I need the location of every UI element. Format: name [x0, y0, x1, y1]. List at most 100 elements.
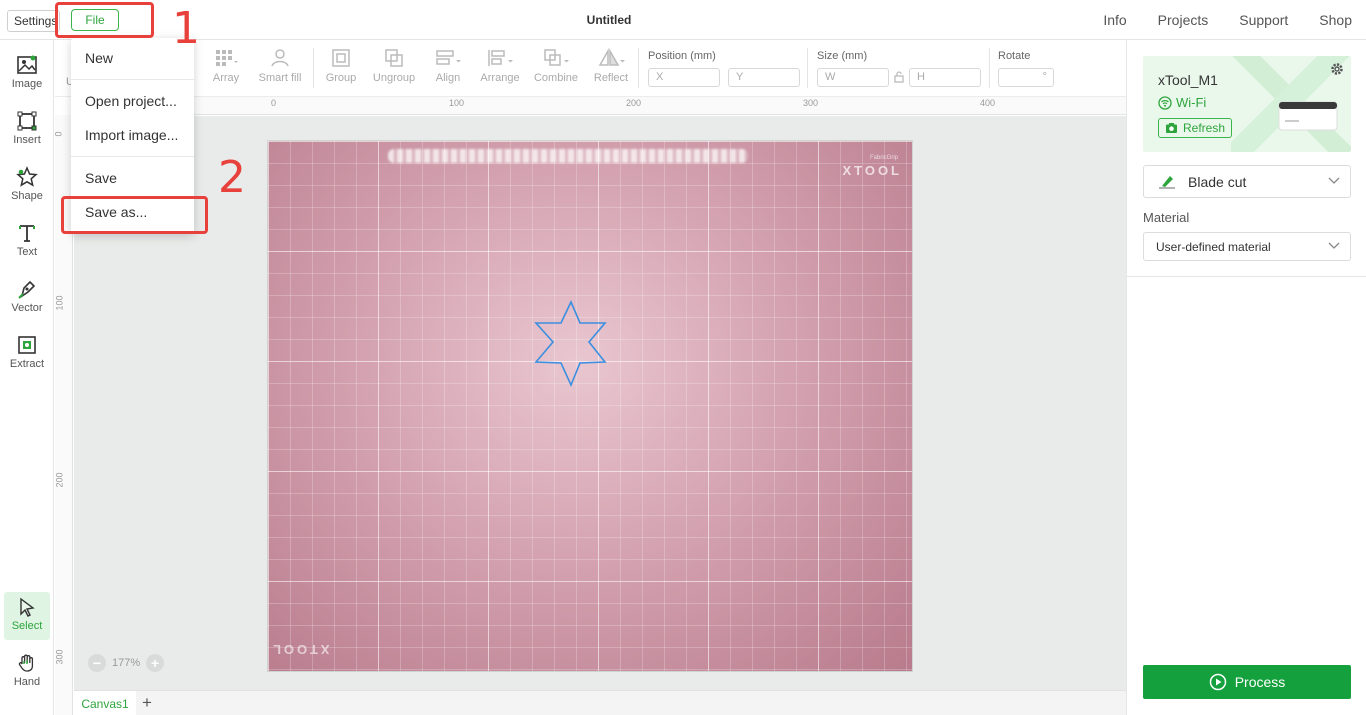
- hand-icon: [18, 654, 34, 672]
- tool-extract[interactable]: Extract: [4, 330, 50, 378]
- tool-image-label: Image: [11, 78, 43, 90]
- menu-item-save[interactable]: Save: [85, 170, 117, 186]
- annotation-box-save-as: [61, 196, 208, 234]
- annotation-number-2: 2: [218, 152, 246, 203]
- position-y-input[interactable]: Y: [728, 68, 800, 87]
- arrange-button[interactable]: Arrange: [479, 48, 521, 84]
- left-toolbar: Image Insert Shape Text Vector Extract S…: [0, 40, 54, 715]
- separator: [807, 48, 808, 88]
- ruler-tick: 0: [53, 131, 64, 137]
- mat-sub-brand: FabricGrip: [869, 155, 898, 161]
- tool-shape[interactable]: Shape: [4, 162, 50, 210]
- reflect-icon: [598, 48, 625, 66]
- ungroup-icon: [385, 49, 403, 67]
- group-label: Group: [325, 72, 357, 84]
- refresh-button[interactable]: Refresh: [1158, 118, 1233, 138]
- array-button[interactable]: Array: [211, 48, 241, 84]
- menu-item-import-image[interactable]: Import image...: [85, 127, 178, 143]
- tab-canvas1[interactable]: Canvas1: [74, 691, 136, 715]
- document-title: Untitled: [586, 13, 632, 27]
- zoom-level: 177%: [112, 657, 141, 669]
- tool-image[interactable]: Image: [4, 50, 50, 98]
- panel-divider: [1127, 276, 1366, 277]
- tool-shape-label: Shape: [11, 190, 43, 202]
- gear-icon[interactable]: [1329, 61, 1345, 77]
- menu-item-new[interactable]: New: [85, 50, 113, 66]
- nav-shop[interactable]: Shop: [1319, 12, 1352, 28]
- reflect-label: Reflect: [593, 72, 629, 84]
- process-button[interactable]: Process: [1143, 665, 1351, 699]
- cursor-icon: [20, 597, 35, 617]
- size-w-input[interactable]: W: [817, 68, 889, 87]
- mode-select[interactable]: Blade cut: [1143, 165, 1351, 198]
- refresh-label: Refresh: [1183, 121, 1226, 135]
- tool-text[interactable]: Text: [4, 218, 50, 266]
- zoom-out-button[interactable]: −: [88, 654, 106, 672]
- array-icon: [216, 50, 238, 66]
- ungroup-label: Ungroup: [372, 72, 416, 84]
- nav-info[interactable]: Info: [1103, 12, 1126, 28]
- app-window: Settings File Untitled Info Projects Sup…: [0, 0, 1366, 715]
- material-label: Material: [1143, 210, 1190, 225]
- work-area[interactable]: FabricGrip XTOOL XTOOL: [267, 140, 913, 672]
- chevron-down-icon: [1328, 177, 1340, 184]
- blade-icon: [1159, 175, 1175, 189]
- ruler-tick: 200: [54, 472, 65, 488]
- menu-item-open-project[interactable]: Open project...: [85, 93, 177, 109]
- arrange-icon: [488, 50, 513, 66]
- tool-vector[interactable]: Vector: [4, 274, 50, 322]
- ungroup-button[interactable]: Ungroup: [371, 48, 417, 84]
- camera-icon: [1166, 123, 1177, 133]
- zoom-control: − 177% +: [88, 654, 165, 672]
- combine-label: Combine: [533, 72, 579, 84]
- ruler-tick: 300: [54, 649, 65, 665]
- text-icon: [19, 225, 35, 242]
- material-select[interactable]: User-defined material: [1143, 232, 1351, 261]
- add-canvas-button[interactable]: +: [142, 693, 152, 713]
- star-shape[interactable]: [533, 299, 611, 389]
- tool-insert-label: Insert: [13, 134, 41, 146]
- lock-icon[interactable]: [893, 70, 905, 84]
- size-h-input[interactable]: H: [909, 68, 981, 87]
- top-nav: Info Projects Support Shop: [1103, 12, 1352, 28]
- arrange-label: Arrange: [480, 72, 520, 84]
- tool-select[interactable]: Select: [4, 592, 50, 640]
- wifi-icon: [1158, 95, 1172, 110]
- connection-label: Wi-Fi: [1176, 95, 1207, 110]
- zoom-in-button[interactable]: +: [146, 654, 165, 672]
- right-panel: xTool_M1 Wi-Fi Refresh Blade cut Materia…: [1126, 40, 1366, 715]
- mat-glare: [388, 149, 748, 163]
- star-icon: [16, 166, 38, 187]
- align-label: Align: [435, 72, 461, 84]
- align-button[interactable]: Align: [433, 48, 463, 84]
- rotate-input[interactable]: °: [998, 68, 1054, 87]
- position-label: Position (mm): [648, 50, 716, 62]
- tool-insert[interactable]: Insert: [4, 106, 50, 154]
- group-button[interactable]: Group: [325, 48, 357, 84]
- ruler-tick: 200: [626, 98, 642, 108]
- nav-projects[interactable]: Projects: [1158, 12, 1209, 28]
- tool-select-label: Select: [11, 620, 43, 632]
- reflect-button[interactable]: Reflect: [593, 48, 629, 84]
- settings-button[interactable]: Settings: [7, 10, 60, 32]
- tool-text-label: Text: [16, 246, 38, 258]
- combine-button[interactable]: Combine: [533, 48, 579, 84]
- position-x-input[interactable]: X: [648, 68, 720, 87]
- annotation-number-1: 1: [172, 3, 200, 54]
- separator: [989, 48, 990, 88]
- combine-icon: [544, 49, 569, 66]
- smart-fill-button[interactable]: Smart fill: [257, 48, 303, 84]
- menu-separator: [71, 79, 194, 80]
- mat-brand: XTOOL: [842, 163, 902, 178]
- tool-hand[interactable]: Hand: [4, 648, 50, 696]
- rotate-label: Rotate: [998, 50, 1031, 62]
- tool-extract-label: Extract: [9, 358, 45, 370]
- device-name: xTool_M1: [1158, 72, 1218, 88]
- property-toolbar: U Array Smart fill Group Ungroup Align A…: [55, 40, 1126, 97]
- smart-fill-icon: [271, 49, 289, 67]
- nav-support[interactable]: Support: [1239, 12, 1288, 28]
- material-value: User-defined material: [1156, 239, 1271, 254]
- mode-value: Blade cut: [1188, 173, 1247, 190]
- mat-grid-major: [268, 141, 912, 671]
- ruler-top: 0 100 200 300 400: [73, 97, 1126, 115]
